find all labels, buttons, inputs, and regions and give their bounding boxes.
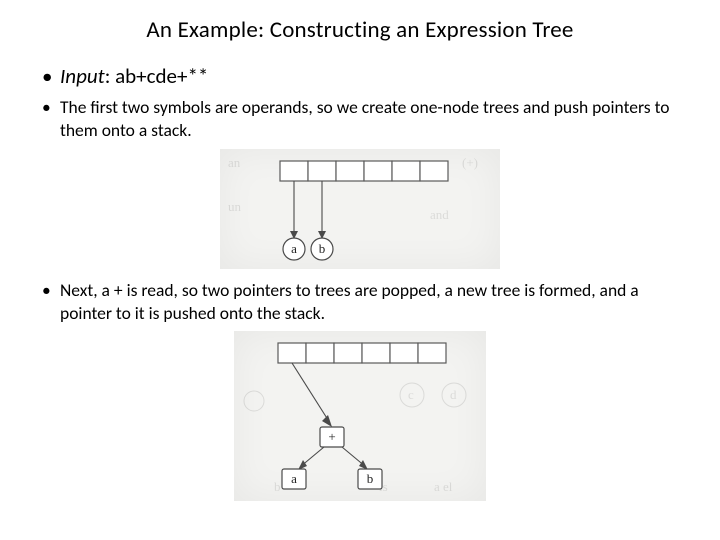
- node-b-label: b: [319, 241, 326, 256]
- input-colon: :: [105, 63, 115, 89]
- figure2-wrap: c d b is a el +: [40, 331, 680, 501]
- svg-text:a el: a el: [434, 479, 453, 494]
- input-label: Input: [60, 63, 105, 89]
- svg-text:an: an: [228, 155, 241, 170]
- bullet-list: Input: ab+cde+** The first two symbols a…: [40, 62, 680, 143]
- figure1: an un (+) and: [220, 149, 500, 269]
- node-a2: a: [282, 469, 306, 489]
- node-plus-label: +: [328, 429, 335, 444]
- svg-text:c: c: [408, 387, 414, 402]
- input-value: ab+cde+**: [115, 63, 208, 89]
- node-a-label: a: [291, 241, 297, 256]
- pointer-a: [290, 181, 298, 239]
- slide: An Example: Constructing an Expression T…: [0, 0, 720, 540]
- node-a2-label: a: [291, 471, 297, 486]
- svg-text:and: and: [430, 207, 449, 222]
- svg-text:d: d: [450, 387, 457, 402]
- bullet-list-2: Next, a + is read, so two pointers to tr…: [40, 279, 680, 325]
- figure2: c d b is a el +: [234, 331, 486, 501]
- stack-row-2: [278, 343, 446, 363]
- node-a: a: [283, 238, 305, 260]
- figure1-wrap: an un (+) and: [40, 149, 680, 269]
- node-b: b: [311, 238, 333, 260]
- bullet-input: Input: ab+cde+**: [40, 62, 680, 90]
- node-b2-label: b: [367, 471, 374, 486]
- node-b2: b: [358, 469, 382, 489]
- pointer-plus: [292, 363, 332, 427]
- bullet-step2: Next, a + is read, so two pointers to tr…: [40, 279, 680, 325]
- node-plus: +: [320, 427, 344, 447]
- svg-text:un: un: [228, 199, 242, 214]
- bullet-step1: The first two symbols are operands, so w…: [40, 96, 680, 142]
- stack-row: [280, 161, 448, 181]
- svg-text:(+): (+): [462, 155, 478, 170]
- slide-title: An Example: Constructing an Expression T…: [40, 16, 680, 44]
- svg-text:b: b: [274, 479, 281, 494]
- pointer-b: [318, 181, 326, 239]
